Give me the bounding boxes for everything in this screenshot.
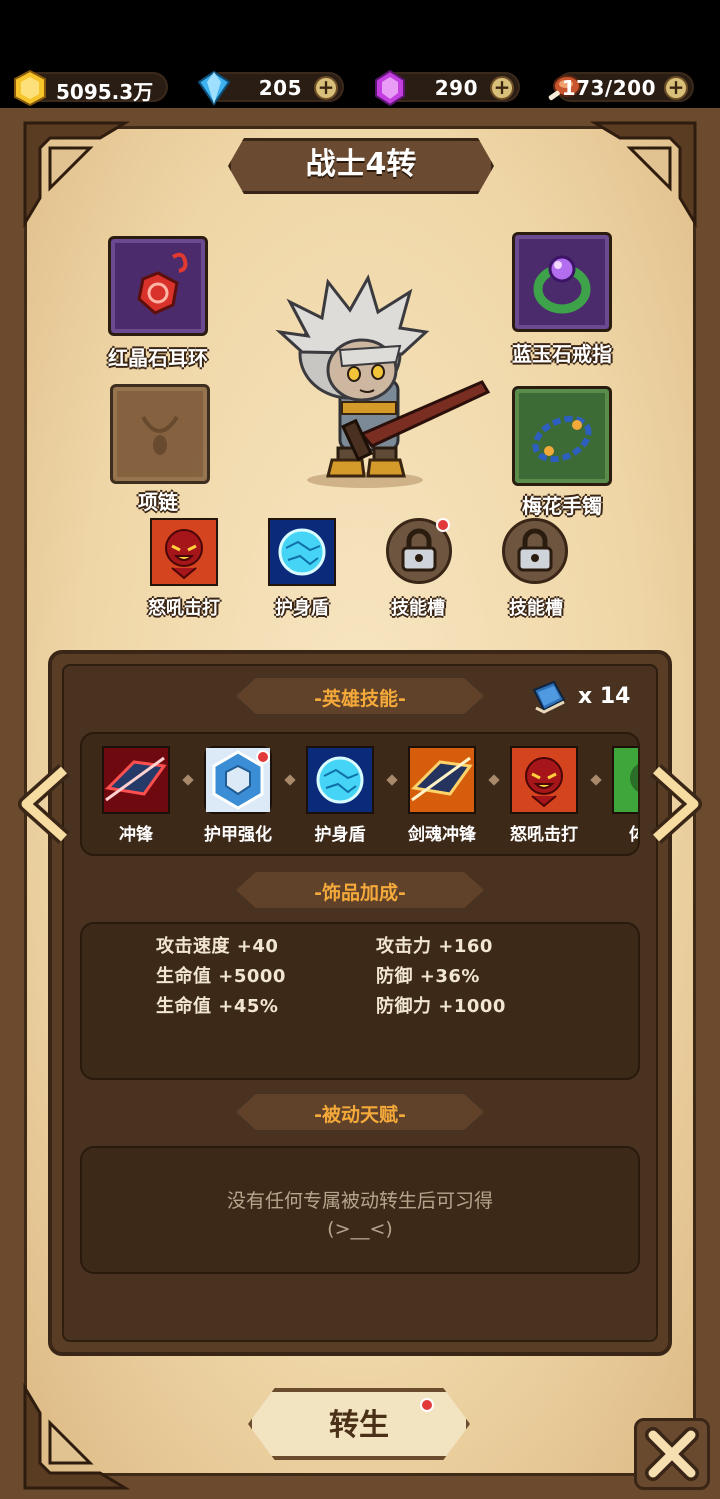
skill-slot-label: 怒吼击打 bbox=[148, 598, 220, 619]
hero-warrior-icon[interactable] bbox=[250, 262, 500, 492]
accessory-bonus-title: -饰品加成- bbox=[314, 882, 406, 904]
gem-add-button[interactable]: + bbox=[490, 76, 514, 100]
equip-label-necklace: 项链 bbox=[138, 490, 178, 514]
skill-roar-strike[interactable] bbox=[510, 746, 578, 814]
close-button[interactable] bbox=[634, 1418, 710, 1490]
corner-ornament-icon bbox=[590, 121, 697, 228]
separator bbox=[284, 774, 296, 786]
gem-value: 290 bbox=[434, 76, 478, 100]
diamond-counter: 205 + bbox=[197, 70, 344, 106]
rebirth-button-label: 转生 bbox=[329, 1408, 389, 1443]
passive-talent-emoticon: (>__<) bbox=[327, 1218, 393, 1240]
earring-icon bbox=[137, 252, 188, 315]
gold-icon bbox=[14, 69, 46, 107]
shield-orb-icon bbox=[270, 520, 334, 584]
gold-counter: 5095.3万 bbox=[14, 69, 168, 107]
skill-label: 怒吼击打 bbox=[510, 825, 578, 845]
separator bbox=[386, 774, 398, 786]
separator bbox=[488, 774, 500, 786]
hero-skills-title: -英雄技能- bbox=[314, 688, 406, 710]
skill-book-count: x 14 bbox=[578, 684, 631, 709]
skill-slot-locked[interactable] bbox=[502, 518, 568, 584]
skill-label: 体质 bbox=[596, 820, 638, 845]
stat-hp: 生命值 +5000 bbox=[156, 966, 286, 987]
skill-constitution[interactable] bbox=[612, 746, 638, 814]
skill-charge[interactable] bbox=[102, 746, 170, 814]
stat-attack-speed: 攻击速度 +40 bbox=[156, 936, 279, 957]
arrow-left-icon[interactable] bbox=[14, 764, 74, 844]
bracelet-icon bbox=[532, 415, 592, 463]
passive-talent-text: 没有任何专属被动转生后可习得 bbox=[226, 1190, 493, 1212]
stat-defense-percent: 防御 +36% bbox=[376, 966, 480, 987]
lock-icon bbox=[517, 528, 553, 572]
separator bbox=[590, 774, 602, 786]
equip-slot-ring[interactable] bbox=[512, 232, 612, 332]
roar-demon-icon bbox=[512, 748, 576, 812]
page-title: 战士4转 bbox=[305, 147, 417, 182]
shield-orb-icon bbox=[308, 748, 372, 812]
passive-talent-title: -被动天赋- bbox=[314, 1104, 406, 1126]
close-icon bbox=[645, 1427, 699, 1481]
stamina-counter: 173/200 + bbox=[548, 72, 694, 102]
stat-attack: 攻击力 +160 bbox=[376, 936, 493, 957]
skill-slot-label: 技能槽 bbox=[391, 598, 445, 619]
equip-label-earring: 红晶石耳环 bbox=[108, 346, 208, 370]
ring-icon bbox=[533, 255, 591, 314]
constitution-icon bbox=[614, 748, 638, 812]
necklace-icon bbox=[141, 415, 179, 455]
resource-bar: 5095.3万 205 + 290 + 173/200 + bbox=[0, 0, 720, 112]
equip-slot-bracelet[interactable] bbox=[512, 386, 612, 486]
hero-skill-list[interactable]: 冲锋 护甲强化 护身盾 剑魂冲锋 怒吼击打 bbox=[80, 732, 640, 856]
skill-slot-label: 技能槽 bbox=[509, 598, 563, 619]
skill-book-icon bbox=[532, 680, 566, 714]
skill-slot-roar-strike[interactable] bbox=[150, 518, 218, 586]
corner-ornament-icon bbox=[23, 121, 130, 228]
skill-slot-label: 护身盾 bbox=[275, 598, 329, 619]
skill-body-shield[interactable] bbox=[306, 746, 374, 814]
stamina-value: 173/200 bbox=[561, 76, 656, 100]
equip-slot-necklace[interactable] bbox=[110, 384, 210, 484]
purple-gem-icon bbox=[375, 69, 405, 107]
notification-dot bbox=[256, 750, 270, 764]
rebirth-button[interactable]: 转生 bbox=[248, 1388, 470, 1460]
skill-label: 剑魂冲锋 bbox=[408, 825, 476, 845]
stat-defense-power: 防御力 +1000 bbox=[376, 996, 506, 1017]
corner-ornament-icon bbox=[23, 1383, 130, 1490]
stat-hp-percent: 生命值 +45% bbox=[156, 996, 279, 1017]
separator bbox=[182, 774, 194, 786]
skill-label: 护身盾 bbox=[314, 825, 366, 845]
notification-dot bbox=[436, 518, 450, 532]
equip-slot-earring[interactable] bbox=[108, 236, 208, 336]
notification-dot bbox=[420, 1398, 434, 1412]
stamina-add-button[interactable]: + bbox=[664, 76, 688, 100]
diamond-add-button[interactable]: + bbox=[314, 76, 338, 100]
sword-soul-icon bbox=[410, 748, 474, 812]
gold-value: 5095.3万 bbox=[56, 80, 154, 104]
charge-icon bbox=[104, 748, 168, 812]
roar-demon-icon bbox=[152, 520, 216, 584]
equip-label-ring: 蓝玉石戒指 bbox=[512, 342, 612, 366]
skill-label: 护甲强化 bbox=[204, 825, 272, 845]
diamond-value: 205 bbox=[258, 76, 302, 100]
skill-label: 冲锋 bbox=[119, 825, 153, 845]
arrow-right-icon[interactable] bbox=[646, 764, 706, 844]
gem-counter: 290 + bbox=[375, 69, 520, 107]
diamond-icon bbox=[197, 70, 231, 106]
equip-label-bracelet: 梅花手镯 bbox=[522, 494, 602, 518]
skill-sword-soul-charge[interactable] bbox=[408, 746, 476, 814]
skill-slot-body-shield[interactable] bbox=[268, 518, 336, 586]
